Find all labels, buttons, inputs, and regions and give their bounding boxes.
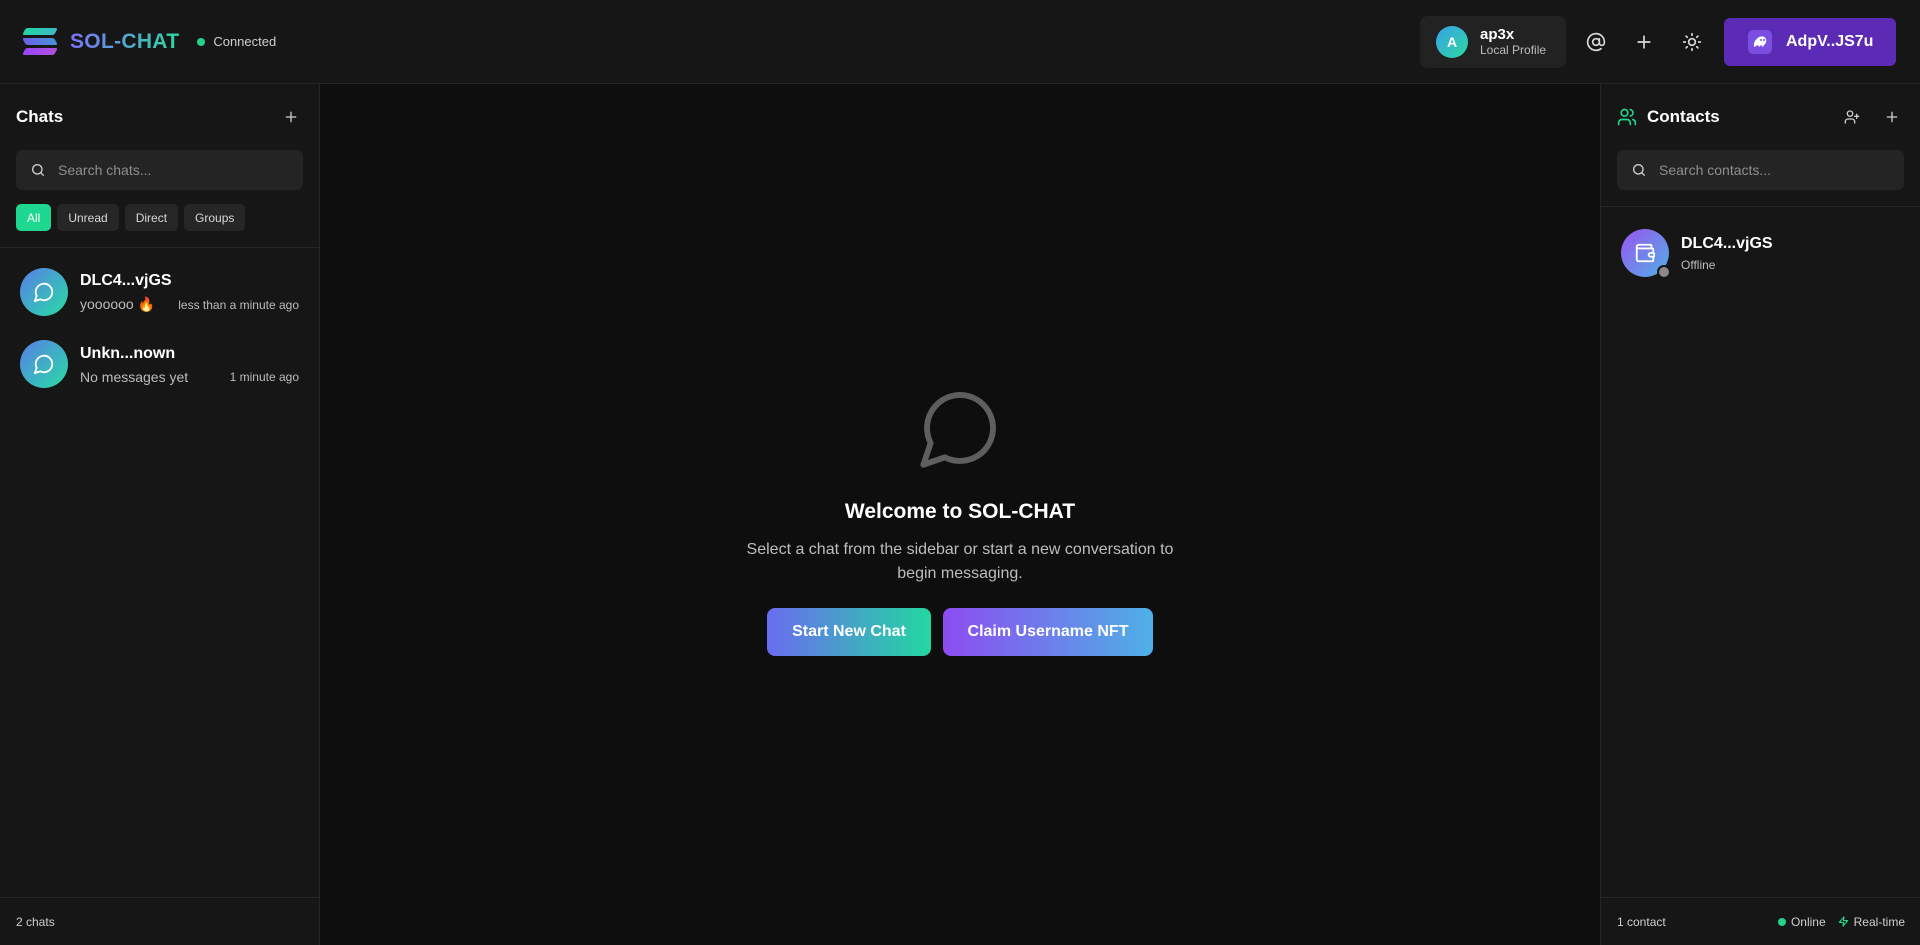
- sun-icon: [1682, 32, 1702, 51]
- theme-toggle-button[interactable]: [1668, 18, 1716, 66]
- app-name: SOL-CHAT: [70, 29, 180, 53]
- profile-card[interactable]: A ap3x Local Profile: [1420, 15, 1566, 68]
- online-label: Online: [1790, 914, 1826, 929]
- realtime-indicator: Real-time: [1838, 915, 1905, 929]
- contact-count: 1 contact: [1617, 914, 1666, 929]
- add-contact-button[interactable]: [1840, 105, 1864, 129]
- plus-icon: [1886, 111, 1898, 123]
- profile-subtitle: Local Profile: [1480, 42, 1547, 57]
- plus-icon: [1637, 34, 1651, 49]
- main-panel: Welcome to SOL-CHAT Select a chat from t…: [320, 84, 1600, 945]
- contact-search: [1617, 150, 1904, 190]
- filter-groups[interactable]: Groups: [184, 204, 246, 231]
- chat-list-item[interactable]: Unkn...nown No messages yet 1 minute ago: [0, 328, 319, 400]
- status-dot-icon: [197, 37, 206, 46]
- online-indicator: Online: [1777, 914, 1826, 929]
- status-dot-icon: [1777, 917, 1786, 926]
- chat-search: [16, 150, 303, 190]
- offline-status-dot: [1657, 265, 1671, 279]
- contact-status: Offline: [1681, 258, 1716, 272]
- claim-username-nft-button[interactable]: Claim Username NFT: [943, 608, 1153, 656]
- new-chat-button[interactable]: [279, 105, 303, 129]
- wallet-icon: [1635, 243, 1656, 263]
- chat-preview: No messages yet: [80, 368, 189, 385]
- realtime-label: Real-time: [1853, 914, 1905, 929]
- welcome-text: Select a chat from the sidebar or start …: [746, 541, 1174, 582]
- search-icon: [1633, 164, 1645, 176]
- plus-icon: [285, 111, 297, 123]
- chat-time: less than a minute ago: [178, 297, 299, 312]
- contacts-title: Contacts: [1647, 107, 1720, 126]
- chat-list-item[interactable]: DLC4...vjGS yoooooo 🔥 less than a minute…: [0, 256, 319, 328]
- chat-count: 2 chats: [0, 897, 319, 945]
- chat-name: DLC4...vjGS: [80, 272, 172, 289]
- chat-avatar: [20, 268, 68, 316]
- chats-sidebar: Chats All Unread Direct Groups: [0, 84, 320, 945]
- user-plus-icon: [1844, 110, 1860, 124]
- start-new-chat-button[interactable]: Start New Chat: [767, 608, 931, 656]
- logo[interactable]: SOL-CHAT: [22, 27, 180, 56]
- connection-status: Connected: [197, 34, 276, 49]
- message-circle-icon: [33, 282, 54, 303]
- app-root: SOL-CHAT Connected A ap3x Local Profile: [0, 0, 1920, 945]
- message-circle-icon: [920, 392, 996, 468]
- contacts-footer: 1 contact Online Real-time: [1601, 897, 1920, 945]
- chat-list: DLC4...vjGS yoooooo 🔥 less than a minute…: [0, 256, 319, 400]
- profile-name: ap3x: [1480, 25, 1515, 43]
- contact-list-item[interactable]: DLC4...vjGS Offline: [1601, 213, 1920, 293]
- chats-title: Chats: [16, 107, 64, 126]
- wallet-icon: [1748, 29, 1772, 54]
- filter-unread[interactable]: Unread: [57, 204, 119, 231]
- welcome-title: Welcome to SOL-CHAT: [844, 500, 1076, 523]
- contact-name: DLC4...vjGS: [1681, 235, 1773, 252]
- wallet-button[interactable]: AdpV..JS7u: [1724, 17, 1896, 66]
- connection-label: Connected: [213, 34, 277, 49]
- new-contact-button[interactable]: [1880, 105, 1904, 129]
- filter-all[interactable]: All: [16, 204, 52, 231]
- chat-name: Unkn...nown: [80, 344, 176, 362]
- new-button[interactable]: [1620, 18, 1668, 66]
- chat-preview: yoooooo 🔥: [80, 296, 156, 312]
- contact-search-input[interactable]: [1659, 162, 1879, 178]
- mention-button[interactable]: [1572, 18, 1620, 66]
- at-icon: [1586, 32, 1606, 51]
- filter-direct[interactable]: Direct: [124, 204, 179, 231]
- contact-avatar: [1621, 229, 1671, 279]
- solana-logo-icon: [22, 27, 58, 56]
- top-header: SOL-CHAT Connected A ap3x Local Profile: [0, 0, 1920, 84]
- users-icon: [1617, 108, 1637, 126]
- chat-time: 1 minute ago: [229, 369, 299, 384]
- search-icon: [32, 164, 44, 176]
- message-circle-icon: [33, 354, 54, 375]
- zap-icon: [1838, 916, 1848, 927]
- chat-search-input[interactable]: [58, 162, 278, 178]
- avatar: A: [1436, 25, 1468, 58]
- chat-avatar: [20, 340, 68, 388]
- header-actions: A ap3x Local Profile AdpV..JS7u: [1420, 15, 1896, 68]
- contacts-sidebar: Contacts Search contacts... DLC4...vjGS …: [1600, 84, 1920, 945]
- chat-filters: All Unread Direct Groups: [0, 204, 319, 248]
- wallet-address: AdpV..JS7u: [1786, 32, 1874, 50]
